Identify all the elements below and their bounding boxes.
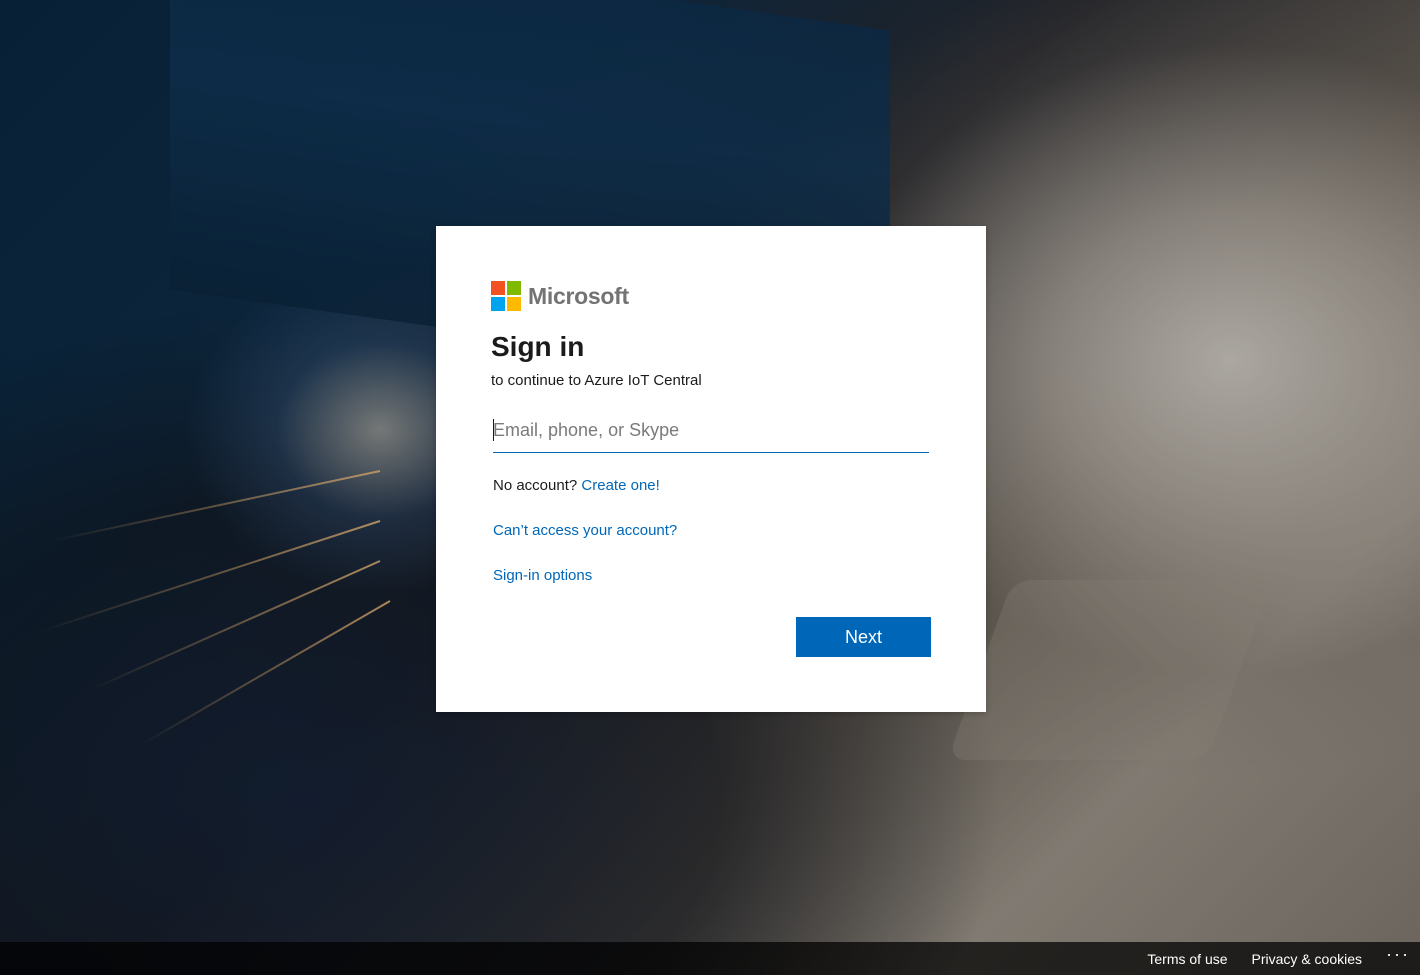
privacy-cookies-link[interactable]: Privacy & cookies xyxy=(1252,951,1362,967)
email-input[interactable] xyxy=(493,412,929,448)
text-caret xyxy=(493,419,494,441)
page-subtitle: to continue to Azure IoT Central xyxy=(491,372,702,389)
logo-text: Microsoft xyxy=(528,282,629,309)
logo-square-blue xyxy=(491,297,505,311)
microsoft-logo: Microsoft xyxy=(491,281,629,311)
page-title: Sign in xyxy=(491,331,585,362)
signin-card: Microsoft Sign in to continue to Azure I… xyxy=(436,226,986,712)
no-account-row: No account? Create one! xyxy=(493,477,660,494)
next-button[interactable]: Next xyxy=(796,617,931,657)
logo-square-green xyxy=(507,281,521,295)
email-field-container xyxy=(493,412,929,453)
no-account-label: No account? xyxy=(493,477,578,494)
cant-access-link[interactable]: Can’t access your account? xyxy=(493,522,677,539)
footer: Terms of use Privacy & cookies ··· xyxy=(0,942,1420,975)
more-options-icon[interactable]: ··· xyxy=(1386,944,1410,965)
logo-square-yellow xyxy=(507,297,521,311)
signin-options-link[interactable]: Sign-in options xyxy=(493,567,592,584)
microsoft-logo-icon xyxy=(491,281,521,311)
terms-of-use-link[interactable]: Terms of use xyxy=(1147,951,1227,967)
logo-square-red xyxy=(491,281,505,295)
signin-options-row: Sign-in options xyxy=(493,567,592,584)
create-account-link[interactable]: Create one! xyxy=(581,477,659,494)
footer-links: Terms of use Privacy & cookies ··· xyxy=(1147,942,1414,975)
cant-access-row: Can’t access your account? xyxy=(493,522,677,539)
